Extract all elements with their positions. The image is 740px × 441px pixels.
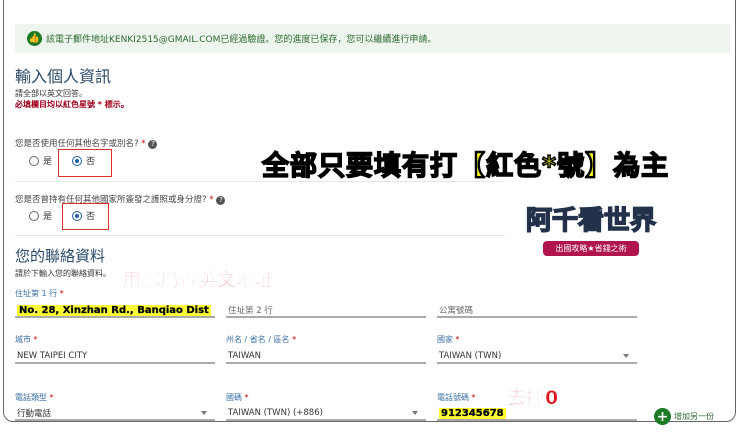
help-icon[interactable]: ? [216,196,226,205]
phone-label: 電話號碼 * [437,393,476,402]
annotation-address: 用郵局查英文地址 [122,269,275,292]
radio-label: 是 [43,212,53,222]
phone-type-label: 電話類型 * [15,393,54,402]
contact-instruction: 請於下輸入您的聯絡資料。 [15,269,111,278]
question-label: 您是否曾持有任何其他國家所簽發之護照或身分證? [15,195,207,205]
phone-type-select[interactable]: 行動電話 [15,407,215,421]
logo-text: 看世界 [577,205,657,237]
address1-label: 住址第 1 行 * [15,289,64,298]
divider [15,235,505,236]
required-star: * [141,139,146,149]
address2-placeholder: 住址第 2 行 [228,306,273,316]
country-label: 國家 * [437,335,460,344]
state-label: 州名 / 省名 / 區名 * [226,335,297,344]
phone-type-value: 行動電話 [17,409,52,419]
chevron-down-icon [201,411,207,415]
plus-icon: + [654,408,671,425]
chevron-down-icon [412,411,418,415]
radio-circle[interactable] [29,155,39,166]
logo-tagline: 出國攻略★省錢之術 [543,241,639,256]
radio-no[interactable]: 否 [72,209,95,222]
chevron-down-icon [623,354,629,358]
radio-no[interactable]: 否 [72,154,95,167]
city-value: NEW TAIPEI CITY [17,351,88,361]
country-select[interactable]: TAIWAN (TWN) [437,350,637,364]
page-title: 輸入個人資訊 [15,67,112,86]
country-value: TAIWAN (TWN) [439,351,502,361]
add-another-label: 增加另一份 [674,412,714,421]
annotation-phone: 去掉0 [507,387,559,410]
question-label: 您是否使用任何其他名字或別名? [15,139,139,149]
address1-value: No. 28, Xinzhan Rd., Banqiao Dist [17,304,211,316]
thumbs-up-icon: 👍 [27,31,42,46]
country-code-value: TAIWAN (TWN) (+886) [228,408,323,418]
city-label: 城市 * [15,335,38,344]
state-input[interactable]: TAIWAN [226,350,426,364]
logo-text: 阿千 [525,205,579,237]
radio-circle[interactable] [29,210,39,221]
city-input[interactable]: NEW TAIPEI CITY [15,350,215,364]
required-star: * [209,195,214,205]
phone-value: 912345678 [439,407,506,419]
radio-circle-selected[interactable] [72,155,82,166]
state-value: TAIWAN [228,351,261,361]
country-code-label: 國碼 * [226,393,249,402]
required-note: 必填欄目均以紅色星號 * 標示。 [15,100,129,109]
apartment-placeholder: 公寓號碼 [439,306,474,316]
watermark-logo: 阿千看世界 出國攻略★省錢之術 [518,200,664,280]
verification-banner: 👍 該電子郵件地址KENKI2515@GMAIL.COM已經過驗證。您的進度已保… [15,24,730,53]
address2-input[interactable]: 住址第 2 行 [226,304,426,318]
radio-yes[interactable]: 是 [29,154,52,167]
instruction-text: 請全部以英文回答。 [15,89,87,98]
add-another-button[interactable]: + 增加另一份 [654,408,714,425]
help-icon[interactable]: ? [148,140,158,149]
radio-yes[interactable]: 是 [29,209,52,222]
annotation-main: 全部只要填有打【紅色*號】為主 [261,150,670,183]
radio-label: 是 [43,157,53,167]
radio-label: 否 [86,157,96,167]
radio-circle-selected[interactable] [72,210,82,221]
contact-title: 您的聯絡資料 [15,247,106,265]
country-code-select[interactable]: TAIWAN (TWN) (+886) [226,407,426,421]
question-other-passport: 您是否曾持有任何其他國家所簽發之護照或身分證? *? [15,193,226,205]
question-other-names: 您是否使用任何其他名字或別名? *? [15,137,158,149]
radio-label: 否 [86,212,96,222]
banner-text: 該電子郵件地址KENKI2515@GMAIL.COM已經過驗證。您的進度已保存，… [46,35,437,45]
apartment-input[interactable]: 公寓號碼 [437,304,637,318]
address1-input[interactable]: No. 28, Xinzhan Rd., Banqiao Dist [15,304,215,318]
